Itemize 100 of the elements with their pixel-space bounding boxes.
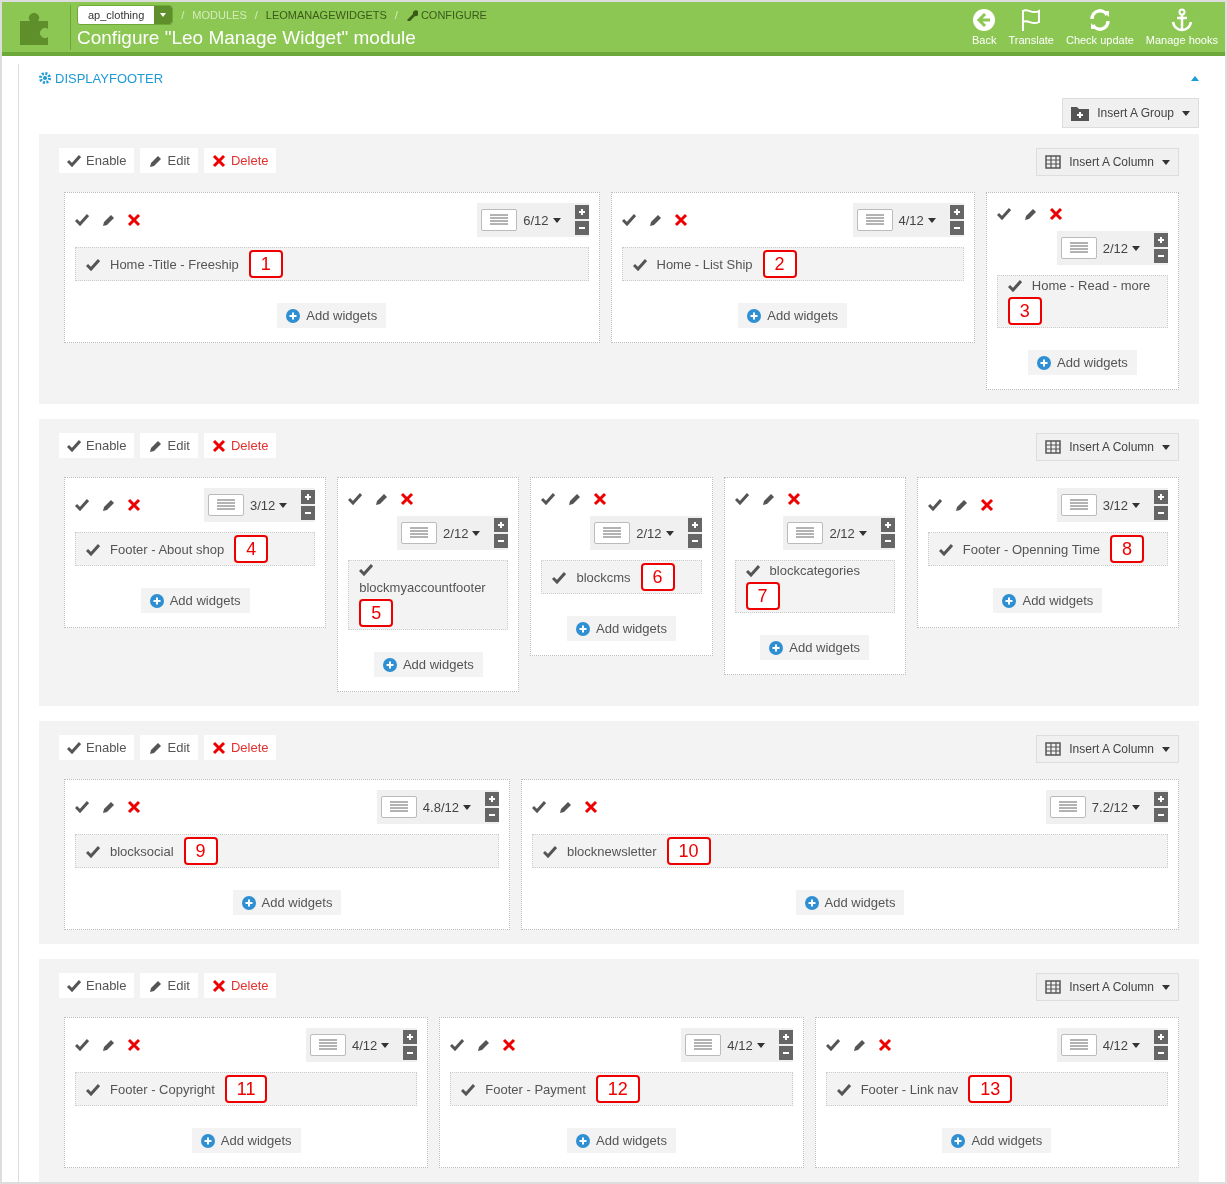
pencil-icon xyxy=(851,1038,866,1052)
insert-group-button[interactable]: Insert A Group xyxy=(1062,98,1199,128)
plus-icon[interactable] xyxy=(687,518,702,532)
plus-icon[interactable] xyxy=(1154,233,1168,247)
add-widgets-button[interactable]: Add widgets xyxy=(567,616,676,641)
plus-icon[interactable] xyxy=(880,518,895,532)
plus-icon[interactable] xyxy=(301,490,316,504)
delete-button[interactable]: Delete xyxy=(203,433,277,458)
widget-name: Footer - Openning Time xyxy=(962,541,1101,557)
check-icon xyxy=(825,1038,840,1051)
delete-icon xyxy=(786,492,801,506)
plus-icon[interactable] xyxy=(949,205,964,219)
minus-icon[interactable] xyxy=(301,506,316,520)
add-widgets-button[interactable]: Add widgets xyxy=(993,588,1103,613)
minus-icon[interactable] xyxy=(1154,506,1168,520)
plus-icon[interactable] xyxy=(403,1030,418,1044)
plus-icon[interactable] xyxy=(778,1030,793,1044)
widget-item[interactable]: blockmyaccountfooter 5 xyxy=(348,560,509,630)
add-widgets-button[interactable]: Add widgets xyxy=(567,1128,676,1153)
add-widgets-button[interactable]: Add widgets xyxy=(760,635,870,660)
plus-circle-icon xyxy=(286,308,301,323)
enable-button[interactable]: Enable xyxy=(59,735,135,760)
delete-icon xyxy=(877,1038,892,1052)
minus-icon[interactable] xyxy=(485,808,499,822)
edit-button[interactable]: Edit xyxy=(140,973,198,998)
plus-icon[interactable] xyxy=(574,205,589,219)
caret-icon xyxy=(1132,502,1140,508)
insert-column-button[interactable]: Insert A Column xyxy=(1036,735,1179,763)
widget-item[interactable]: Home - List Ship 2 xyxy=(621,247,964,281)
add-widgets-button[interactable]: Add widgets xyxy=(373,652,483,677)
check-icon xyxy=(75,1038,89,1051)
minus-icon[interactable] xyxy=(778,1046,793,1060)
widget-item[interactable]: Footer - Openning Time 8 xyxy=(927,532,1168,566)
minus-icon[interactable] xyxy=(403,1046,418,1060)
add-widgets-button[interactable]: Add widgets xyxy=(942,1128,1052,1153)
delete-icon xyxy=(1048,207,1063,221)
widget-name: Home - Read - more xyxy=(1031,278,1151,293)
minus-icon[interactable] xyxy=(1154,249,1168,263)
shop-select[interactable]: ap_clothing xyxy=(77,4,174,25)
breadcrumb-separator: / xyxy=(394,8,398,21)
add-widgets-button[interactable]: Add widgets xyxy=(140,588,250,613)
widget-item[interactable]: Footer - Payment 12 xyxy=(450,1072,793,1106)
widget-item[interactable]: blockcategories 7 xyxy=(734,560,895,613)
insert-column-button[interactable]: Insert A Column xyxy=(1036,433,1179,461)
plus-icon[interactable] xyxy=(1154,792,1168,806)
edit-button[interactable]: Edit xyxy=(140,148,198,173)
widget-item[interactable]: Footer - Copyright 11 xyxy=(75,1072,418,1106)
widget-name: Footer - Copyright xyxy=(110,1081,215,1097)
minus-icon[interactable] xyxy=(880,534,895,548)
breadcrumb-link[interactable]: LEOMANAGEWIDGETS xyxy=(265,8,387,21)
folder-icon xyxy=(1071,105,1090,121)
widget-item[interactable]: blocknewsletter 10 xyxy=(532,834,1168,868)
plus-icon[interactable] xyxy=(1154,1030,1168,1044)
pencil-icon xyxy=(101,1038,115,1052)
add-widgets-button[interactable]: Add widgets xyxy=(277,303,387,328)
minus-icon[interactable] xyxy=(949,221,964,235)
enable-button[interactable]: Enable xyxy=(59,148,135,173)
widget-item[interactable]: Home -Title - Freeship 1 xyxy=(75,247,589,281)
widget-name: blockcms xyxy=(576,569,631,585)
breadcrumb-link[interactable]: CONFIGURE xyxy=(405,8,487,21)
edit-button[interactable]: Edit xyxy=(140,433,198,458)
edit-button[interactable]: Edit xyxy=(140,735,198,760)
check-icon xyxy=(461,1082,476,1096)
plus-circle-icon xyxy=(382,657,397,672)
add-widgets-button[interactable]: Add widgets xyxy=(191,1128,301,1153)
list-icon xyxy=(1056,801,1079,813)
add-widgets-button[interactable]: Add widgets xyxy=(232,890,342,915)
minus-icon[interactable] xyxy=(687,534,702,548)
list-icon xyxy=(214,499,237,511)
table-icon xyxy=(1045,155,1062,169)
gear-icon xyxy=(39,72,51,84)
plus-icon[interactable] xyxy=(494,518,509,532)
plus-circle-icon xyxy=(576,621,591,636)
delete-button[interactable]: Delete xyxy=(203,148,277,173)
insert-column-button[interactable]: Insert A Column xyxy=(1036,148,1179,176)
insert-column-button[interactable]: Insert A Column xyxy=(1036,973,1179,1001)
widget-item[interactable]: Home - Read - more 3 xyxy=(996,275,1168,328)
widget-item[interactable]: blockcms 6 xyxy=(541,560,702,594)
enable-button[interactable]: Enable xyxy=(59,973,135,998)
check-icon xyxy=(75,213,89,226)
widget-item[interactable]: blocksocial 9 xyxy=(75,834,499,868)
widget-item[interactable]: Footer - About shop 4 xyxy=(75,532,316,566)
add-widgets-button[interactable]: Add widgets xyxy=(1028,350,1137,375)
minus-icon[interactable] xyxy=(494,534,509,548)
check-icon xyxy=(996,207,1011,220)
plus-circle-icon xyxy=(804,895,819,910)
plus-circle-icon xyxy=(747,308,762,323)
list-icon xyxy=(692,1039,715,1051)
widget-name: blockmyaccountfooter xyxy=(359,580,486,595)
plus-icon[interactable] xyxy=(485,792,499,806)
plus-icon[interactable] xyxy=(1154,490,1168,504)
add-widgets-button[interactable]: Add widgets xyxy=(738,303,848,328)
minus-icon[interactable] xyxy=(1154,808,1168,822)
minus-icon[interactable] xyxy=(1154,1046,1168,1060)
enable-button[interactable]: Enable xyxy=(59,433,135,458)
delete-button[interactable]: Delete xyxy=(203,735,277,760)
widget-item[interactable]: Footer - Link nav 13 xyxy=(825,1072,1168,1106)
add-widgets-button[interactable]: Add widgets xyxy=(795,890,905,915)
minus-icon[interactable] xyxy=(574,221,589,235)
delete-button[interactable]: Delete xyxy=(203,973,277,998)
